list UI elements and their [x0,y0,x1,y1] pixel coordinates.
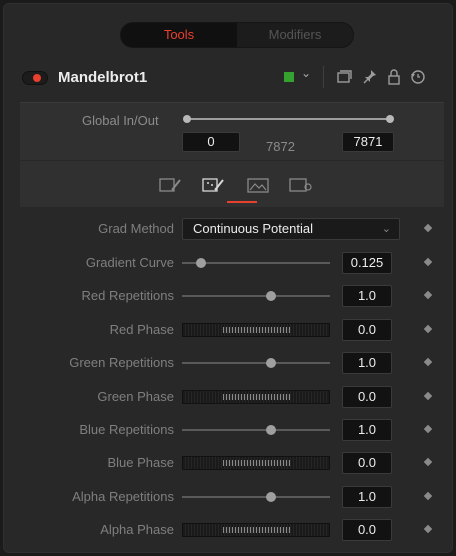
keyframe-diamond-icon[interactable] [423,424,433,434]
keyframe-diamond-icon[interactable] [423,257,433,267]
node-color-swatch[interactable] [284,72,294,82]
image-page-icon[interactable] [245,175,271,195]
active-page-indicator [227,201,257,203]
keyframe-diamond-icon[interactable] [423,391,433,401]
blue-repetitions-slider-handle[interactable] [265,425,276,435]
gradient-curve-row: Gradient Curve 0.125 [20,252,444,274]
global-in-out-label: Global In/Out [82,113,159,128]
global-in-out-panel: Global In/Out 0 7872 7871 [20,102,444,160]
alpha-phase-label: Alpha Phase [100,522,174,537]
global-in-handle[interactable] [183,115,191,123]
keyframe-diamond-icon[interactable] [423,491,433,501]
green-phase-thumbwheel[interactable] [182,390,330,404]
keyframe-diamond-icon[interactable] [423,290,433,300]
blue-repetitions-slider-track[interactable] [182,429,330,431]
window-icon[interactable] [334,66,354,88]
green-repetitions-slider-track[interactable] [182,362,330,364]
green-repetitions-value-field[interactable]: 1.0 [342,352,392,374]
blue-phase-value-field[interactable]: 0.0 [342,452,392,474]
global-range-track[interactable] [190,118,388,120]
grad-method-row: Grad Method Continuous Potential ⌄ [20,218,444,240]
red-repetitions-row: Red Repetitions 1.0 [20,285,444,307]
blue-phase-row: Blue Phase 0.0 [20,452,444,474]
settings-page-icon[interactable] [288,175,314,195]
green-repetitions-row: Green Repetitions 1.0 [20,352,444,374]
alpha-repetitions-label: Alpha Repetitions [72,489,174,504]
alpha-repetitions-value-field[interactable]: 1.0 [342,486,392,508]
reset-icon[interactable] [408,66,428,88]
global-out-handle[interactable] [386,115,394,123]
red-phase-row: Red Phase 0.0 [20,319,444,341]
global-out-field[interactable]: 7871 [342,132,394,152]
tab-modifiers[interactable]: Modifiers [237,23,353,47]
inspector-tabs: Tools Modifiers [120,22,354,48]
gradient-curve-value-field[interactable]: 0.125 [342,252,392,274]
alpha-phase-row: Alpha Phase 0.0 [20,519,444,541]
green-repetitions-label: Green Repetitions [69,355,174,370]
keyframe-diamond-icon[interactable] [423,324,433,334]
red-repetitions-slider-handle[interactable] [265,291,276,301]
green-phase-value-field[interactable]: 0.0 [342,386,392,408]
node-header: Mandelbrot1 ⌄ [18,64,450,92]
lock-icon[interactable] [384,66,404,88]
blue-repetitions-value-field[interactable]: 1.0 [342,419,392,441]
alpha-repetitions-slider-handle[interactable] [265,492,276,502]
tab-tools[interactable]: Tools [121,23,237,47]
grad-method-label: Grad Method [98,221,174,236]
controls-page-icon[interactable] [158,175,184,195]
red-repetitions-value-field[interactable]: 1.0 [342,285,392,307]
pin-icon[interactable] [360,66,380,88]
alpha-phase-thumbwheel[interactable] [182,523,330,537]
control-pages-bar [20,161,444,207]
red-repetitions-label: Red Repetitions [81,288,175,303]
color-chevron-down-icon[interactable]: ⌄ [301,66,311,80]
keyframe-diamond-icon[interactable] [423,524,433,534]
red-phase-value-field[interactable]: 0.0 [342,319,392,341]
alpha-repetitions-slider-track[interactable] [182,496,330,498]
green-phase-row: Green Phase 0.0 [20,386,444,408]
blue-phase-label: Blue Phase [107,455,175,470]
alpha-phase-value-field[interactable]: 0.0 [342,519,392,541]
keyframe-diamond-icon[interactable] [423,457,433,467]
gradient-curve-label: Gradient Curve [85,255,174,270]
keyframe-diamond-icon[interactable] [423,223,433,233]
thumbwheel-grip [223,527,291,533]
grad-method-value: Continuous Potential [193,221,313,236]
grad-method-dropdown[interactable]: Continuous Potential ⌄ [182,218,400,240]
global-in-field[interactable]: 0 [182,132,240,152]
blue-repetitions-row: Blue Repetitions 1.0 [20,419,444,441]
global-current-frame: 7872 [266,139,295,154]
thumbwheel-grip [223,394,291,400]
inspector-panel: Tools Modifiers Mandelbrot1 ⌄ Global In/… [3,3,453,553]
gradient-curve-slider-handle[interactable] [195,258,206,268]
red-phase-thumbwheel[interactable] [182,323,330,337]
blue-phase-thumbwheel[interactable] [182,456,330,470]
red-phase-label: Red Phase [109,322,174,337]
node-title[interactable]: Mandelbrot1 [58,69,147,86]
red-repetitions-slider-track[interactable] [182,295,330,297]
color-page-icon[interactable] [201,175,227,195]
keyframe-diamond-icon[interactable] [423,357,433,367]
alpha-repetitions-row: Alpha Repetitions 1.0 [20,486,444,508]
thumbwheel-grip [223,327,291,333]
blue-repetitions-label: Blue Repetitions [79,422,174,437]
header-divider [323,66,324,88]
chevron-down-icon: ⌄ [381,223,391,235]
thumbwheel-grip [223,460,291,466]
green-phase-label: Green Phase [97,389,174,404]
green-repetitions-slider-handle[interactable] [265,358,276,368]
toggle-knob [33,74,41,82]
node-enable-toggle[interactable] [22,71,48,85]
